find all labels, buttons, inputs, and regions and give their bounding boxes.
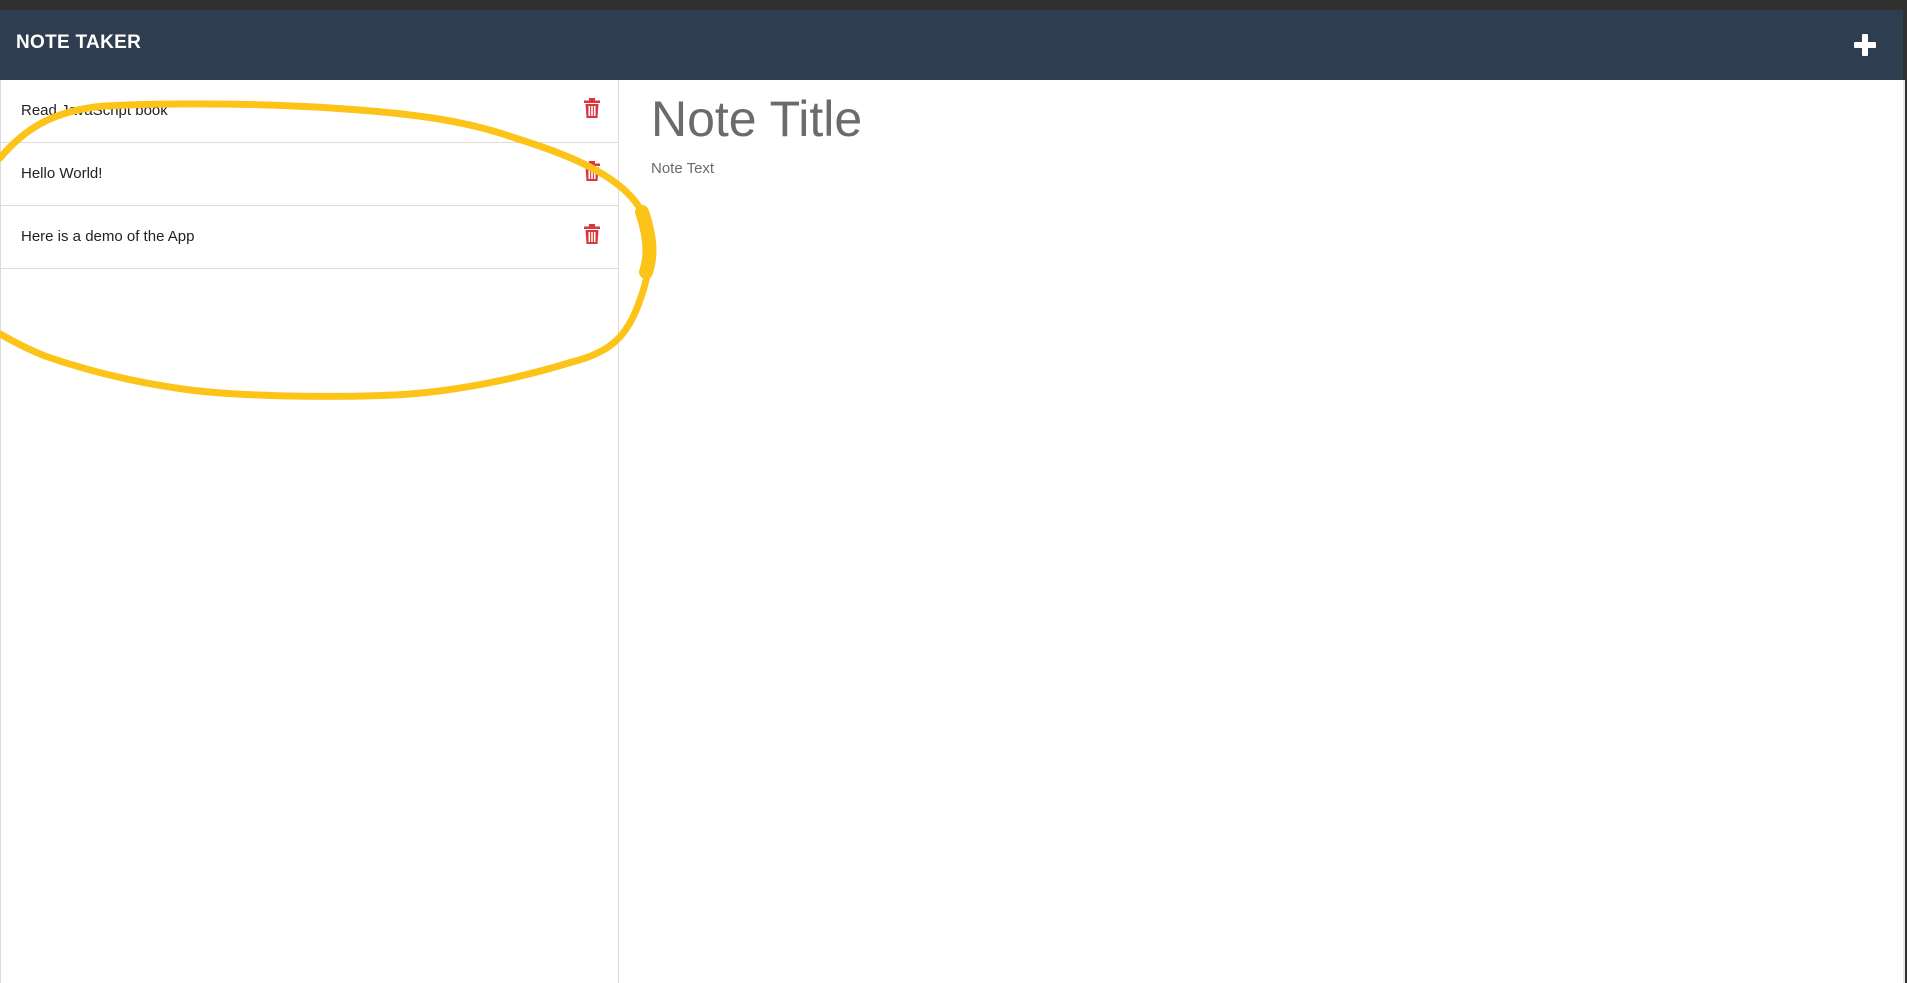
trash-icon[interactable] — [583, 161, 601, 181]
note-editor — [620, 80, 1903, 983]
list-item[interactable]: Hello World! — [1, 143, 618, 206]
trash-icon[interactable] — [583, 224, 601, 244]
note-title-input[interactable] — [651, 90, 1851, 148]
navbar: NOTE TAKER — [0, 10, 1903, 80]
list-item[interactable]: Read JavaScript book — [1, 80, 618, 143]
note-item-title[interactable]: Read JavaScript book — [21, 102, 168, 119]
window-top-strip — [0, 0, 1907, 10]
note-item-title[interactable]: Here is a demo of the App — [21, 228, 194, 245]
note-text-input[interactable] — [651, 160, 1851, 860]
note-list: Read JavaScript book Hello World! Here i… — [1, 80, 618, 269]
trash-icon[interactable] — [583, 98, 601, 118]
app-brand[interactable]: NOTE TAKER — [16, 32, 141, 54]
scrollbar-track[interactable] — [1903, 80, 1905, 983]
plus-icon[interactable] — [1850, 30, 1880, 60]
list-item[interactable]: Here is a demo of the App — [1, 206, 618, 269]
note-item-title[interactable]: Hello World! — [21, 165, 102, 182]
note-list-panel: Read JavaScript book Hello World! Here i… — [0, 80, 619, 983]
